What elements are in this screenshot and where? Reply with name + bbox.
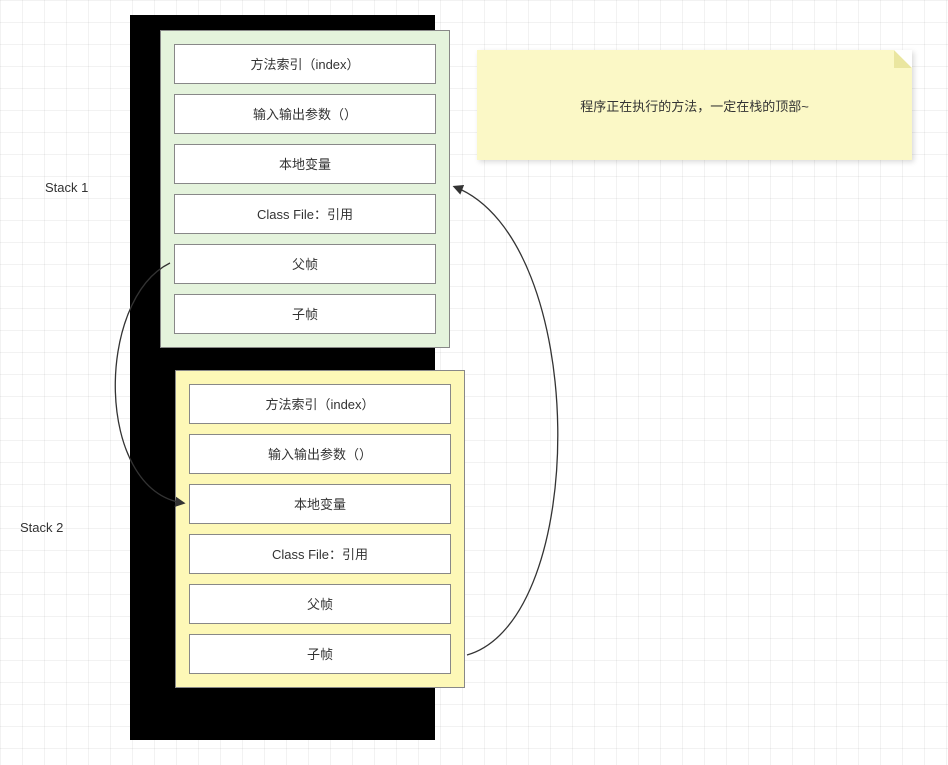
- stack-frame-2: 方法索引（index） 输入输出参数（） 本地变量 Class File：引用 …: [175, 370, 465, 688]
- frame1-row-parent: 父帧: [174, 244, 436, 284]
- frame2-row-class-file: Class File：引用: [189, 534, 451, 574]
- diagram-canvas: 方法索引（index） 输入输出参数（） 本地变量 Class File：引用 …: [0, 0, 948, 765]
- frame1-row-method-index: 方法索引（index）: [174, 44, 436, 84]
- sticky-note: 程序正在执行的方法，一定在栈的顶部~: [477, 50, 912, 160]
- sticky-note-text: 程序正在执行的方法，一定在栈的顶部~: [580, 96, 809, 115]
- frame2-row-method-index: 方法索引（index）: [189, 384, 451, 424]
- frame1-row-child: 子帧: [174, 294, 436, 334]
- frame1-row-class-file: Class File：引用: [174, 194, 436, 234]
- frame2-row-io-params: 输入输出参数（）: [189, 434, 451, 474]
- frame2-row-parent: 父帧: [189, 584, 451, 624]
- frame2-row-child: 子帧: [189, 634, 451, 674]
- frame1-row-io-params: 输入输出参数（）: [174, 94, 436, 134]
- stack-frame-1: 方法索引（index） 输入输出参数（） 本地变量 Class File：引用 …: [160, 30, 450, 348]
- label-stack-1: Stack 1: [45, 180, 88, 195]
- frame1-row-local-vars: 本地变量: [174, 144, 436, 184]
- frame2-row-local-vars: 本地变量: [189, 484, 451, 524]
- label-stack-2: Stack 2: [20, 520, 63, 535]
